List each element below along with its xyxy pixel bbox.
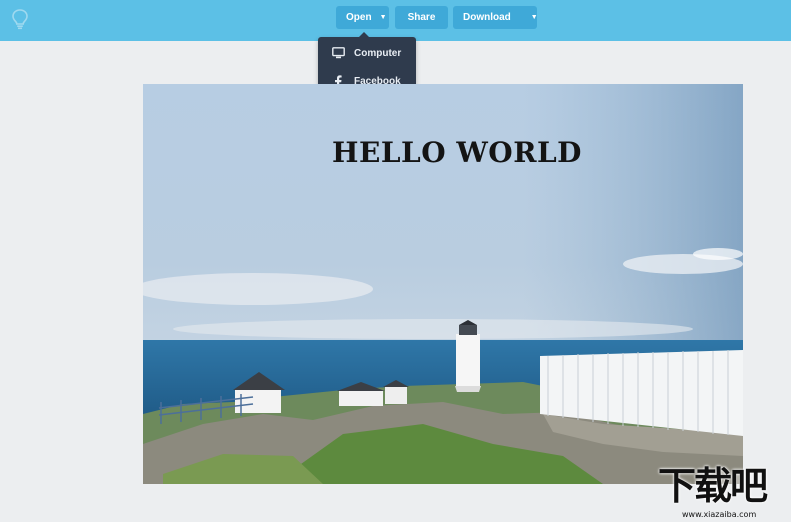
monitor-icon [331, 46, 345, 60]
lightbulb-icon[interactable] [10, 8, 30, 30]
menu-item-label: Computer [354, 47, 402, 59]
open-button-label: Open [346, 12, 372, 23]
watermark-logo: 下载吧 www.xiazaiba.com [656, 465, 788, 520]
download-button[interactable]: Download ▼ [453, 6, 538, 29]
canvas-headline[interactable]: HELLO WORLD [143, 136, 743, 169]
design-canvas[interactable]: HELLO WORLD [143, 84, 743, 484]
caret-down-icon[interactable]: ▼ [531, 14, 538, 21]
download-button-label: Download [463, 12, 511, 23]
open-button[interactable]: Open ▼ [336, 6, 389, 29]
share-button-label: Share [407, 12, 436, 23]
top-toolbar: Open ▼ Share Download ▼ [0, 0, 791, 41]
share-button[interactable]: Share [395, 6, 448, 29]
watermark-url: www.xiazaiba.com [682, 510, 757, 519]
caret-down-icon: ▼ [379, 14, 387, 21]
watermark-text: 下载吧 [658, 464, 768, 508]
menu-item-computer[interactable]: Computer [318, 40, 416, 66]
